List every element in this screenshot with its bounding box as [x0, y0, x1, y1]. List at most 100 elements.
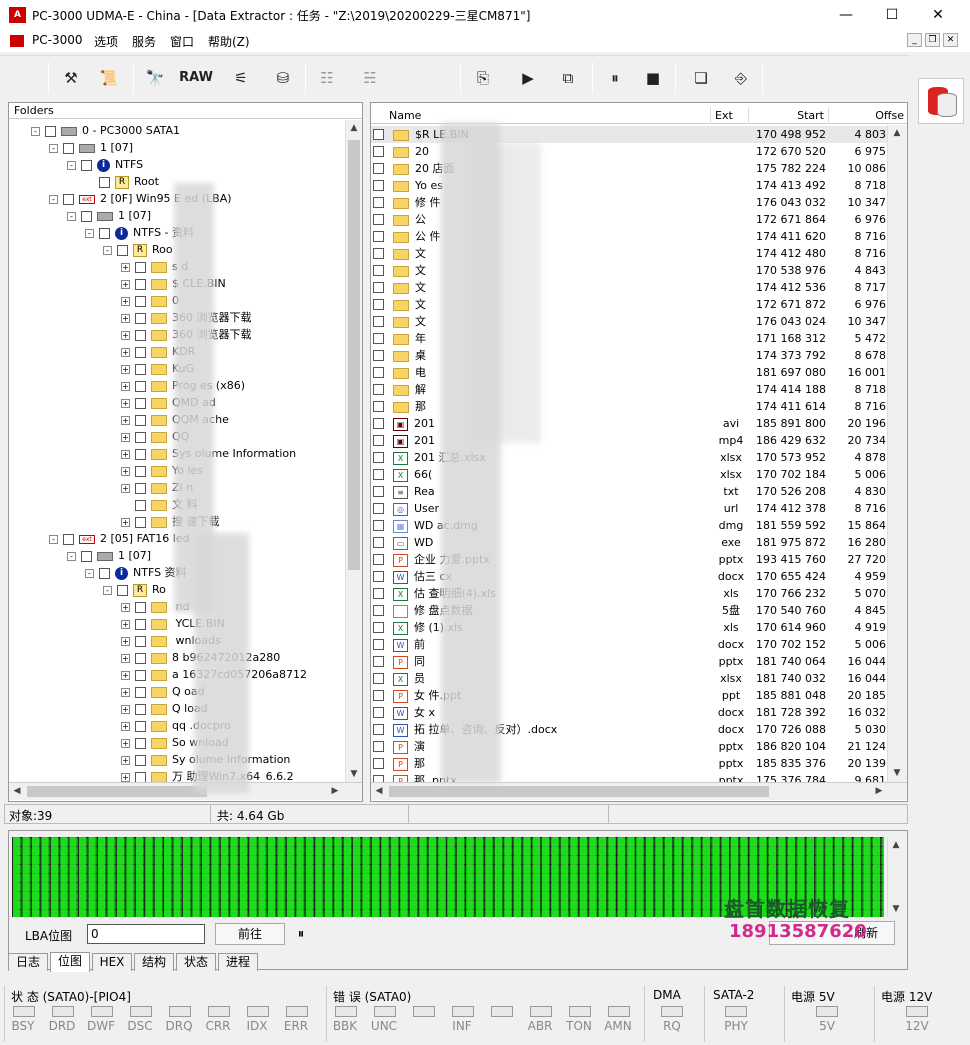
expand-toggle-icon[interactable]: +: [121, 704, 130, 714]
select-checkbox[interactable]: [373, 282, 384, 293]
expand-toggle-icon[interactable]: -: [67, 551, 76, 561]
select-checkbox[interactable]: [135, 686, 146, 698]
stop-icon[interactable]: ■: [640, 64, 666, 92]
folder-tree-item[interactable]: - i NTFS 资料: [85, 564, 187, 581]
expand-toggle-icon[interactable]: +: [121, 687, 130, 697]
select-checkbox[interactable]: [135, 754, 146, 766]
tree-icon[interactable]: ☷: [314, 64, 340, 92]
app-icon[interactable]: A: [9, 7, 26, 23]
select-checkbox[interactable]: [135, 363, 146, 375]
select-checkbox[interactable]: [373, 707, 384, 718]
col-start[interactable]: Start: [749, 107, 829, 124]
expand-toggle-icon[interactable]: +: [121, 670, 130, 680]
folder-tree-item[interactable]: - 1 [07]: [67, 207, 151, 224]
expand-toggle-icon[interactable]: +: [121, 279, 130, 289]
menu-options[interactable]: 选项: [94, 33, 118, 50]
files-vscroll[interactable]: ▲ ▼: [887, 125, 907, 782]
select-checkbox[interactable]: [135, 414, 146, 426]
select-checkbox[interactable]: [135, 295, 146, 307]
raw-button[interactable]: RAW: [176, 64, 216, 92]
select-checkbox[interactable]: [373, 605, 384, 616]
tab-structure[interactable]: 结构: [134, 953, 174, 971]
select-checkbox[interactable]: [373, 673, 384, 684]
select-checkbox[interactable]: [135, 397, 146, 409]
expand-toggle-icon[interactable]: +: [121, 738, 130, 748]
select-checkbox[interactable]: [373, 384, 384, 395]
folder-tree-item[interactable]: R Root: [85, 173, 159, 190]
select-checkbox[interactable]: [373, 588, 384, 599]
expand-toggle-icon[interactable]: -: [85, 228, 94, 238]
select-checkbox[interactable]: [135, 516, 146, 528]
expand-toggle-icon[interactable]: +: [121, 398, 130, 408]
expand-toggle-icon[interactable]: +: [121, 517, 130, 527]
folder-tree-item[interactable]: - R Ro: [103, 581, 166, 598]
select-checkbox[interactable]: [135, 703, 146, 715]
select-checkbox[interactable]: [373, 656, 384, 667]
select-checkbox[interactable]: [373, 741, 384, 752]
tree-expand-icon[interactable]: ☵: [354, 64, 386, 92]
folders-hscroll[interactable]: ◀ ▶: [9, 782, 362, 800]
select-checkbox[interactable]: [373, 622, 384, 633]
expand-toggle-icon[interactable]: +: [121, 313, 130, 323]
select-checkbox[interactable]: [81, 159, 92, 171]
expand-toggle-icon[interactable]: -: [49, 534, 58, 544]
expand-toggle-icon[interactable]: -: [67, 211, 76, 221]
select-checkbox[interactable]: [135, 771, 146, 783]
select-checkbox[interactable]: [135, 448, 146, 460]
select-checkbox[interactable]: [373, 350, 384, 361]
expand-toggle-icon[interactable]: +: [121, 772, 130, 782]
select-checkbox[interactable]: [373, 724, 384, 735]
expand-toggle-icon[interactable]: -: [103, 585, 112, 595]
expand-toggle-icon[interactable]: +: [121, 721, 130, 731]
expand-toggle-icon[interactable]: -: [103, 245, 112, 255]
binoculars-icon[interactable]: 🔭: [142, 64, 168, 92]
select-checkbox[interactable]: [373, 214, 384, 225]
select-checkbox[interactable]: [135, 618, 146, 630]
expand-toggle-icon[interactable]: -: [49, 143, 58, 153]
select-checkbox[interactable]: [135, 312, 146, 324]
select-checkbox[interactable]: [63, 533, 74, 545]
extract-icon[interactable]: ⚟: [228, 64, 254, 92]
select-checkbox[interactable]: [373, 452, 384, 463]
mdi-minimize-button[interactable]: _: [907, 33, 922, 47]
folder-tree-item[interactable]: + Q oad: [121, 683, 205, 700]
menu-app-icon[interactable]: [10, 35, 24, 47]
select-checkbox[interactable]: [117, 584, 128, 596]
select-checkbox[interactable]: [373, 248, 384, 259]
col-name[interactable]: Name: [371, 107, 711, 124]
close-button[interactable]: ✕: [915, 0, 961, 30]
expand-toggle-icon[interactable]: +: [121, 347, 130, 357]
menu-help[interactable]: 帮助(Z): [208, 33, 250, 50]
expand-toggle-icon[interactable]: +: [121, 483, 130, 493]
folders-vscroll[interactable]: ▲ ▼: [345, 120, 362, 782]
select-checkbox[interactable]: [373, 180, 384, 191]
select-checkbox[interactable]: [373, 299, 384, 310]
menu-service[interactable]: 服务: [132, 33, 156, 50]
expand-toggle-icon[interactable]: -: [31, 126, 40, 136]
select-checkbox[interactable]: [373, 316, 384, 327]
expand-toggle-icon[interactable]: -: [49, 194, 58, 204]
files-hscroll[interactable]: ◀ ▶: [371, 782, 907, 800]
select-checkbox[interactable]: [373, 231, 384, 242]
tab-process[interactable]: 进程: [218, 953, 258, 971]
expand-toggle-icon[interactable]: +: [121, 602, 130, 612]
tools-icon[interactable]: ⚒: [58, 64, 84, 92]
select-checkbox[interactable]: [135, 346, 146, 358]
select-checkbox[interactable]: [373, 435, 384, 446]
pause-button[interactable]: ⏸: [291, 925, 311, 945]
maximize-button[interactable]: ☐: [869, 0, 915, 30]
select-checkbox[interactable]: [373, 486, 384, 497]
select-checkbox[interactable]: [373, 690, 384, 701]
menu-window[interactable]: 窗口: [170, 33, 194, 50]
select-checkbox[interactable]: [373, 333, 384, 344]
expand-toggle-icon[interactable]: +: [121, 262, 130, 272]
expand-toggle-icon[interactable]: -: [85, 568, 94, 578]
select-checkbox[interactable]: [135, 669, 146, 681]
expand-toggle-icon[interactable]: +: [121, 415, 130, 425]
select-checkbox[interactable]: [373, 418, 384, 429]
expand-toggle-icon[interactable]: +: [121, 449, 130, 459]
select-checkbox[interactable]: [373, 520, 384, 531]
exit-icon[interactable]: ⎆: [728, 64, 754, 92]
bitmap-vscroll[interactable]: ▲ ▼: [887, 837, 903, 917]
select-checkbox[interactable]: [135, 380, 146, 392]
